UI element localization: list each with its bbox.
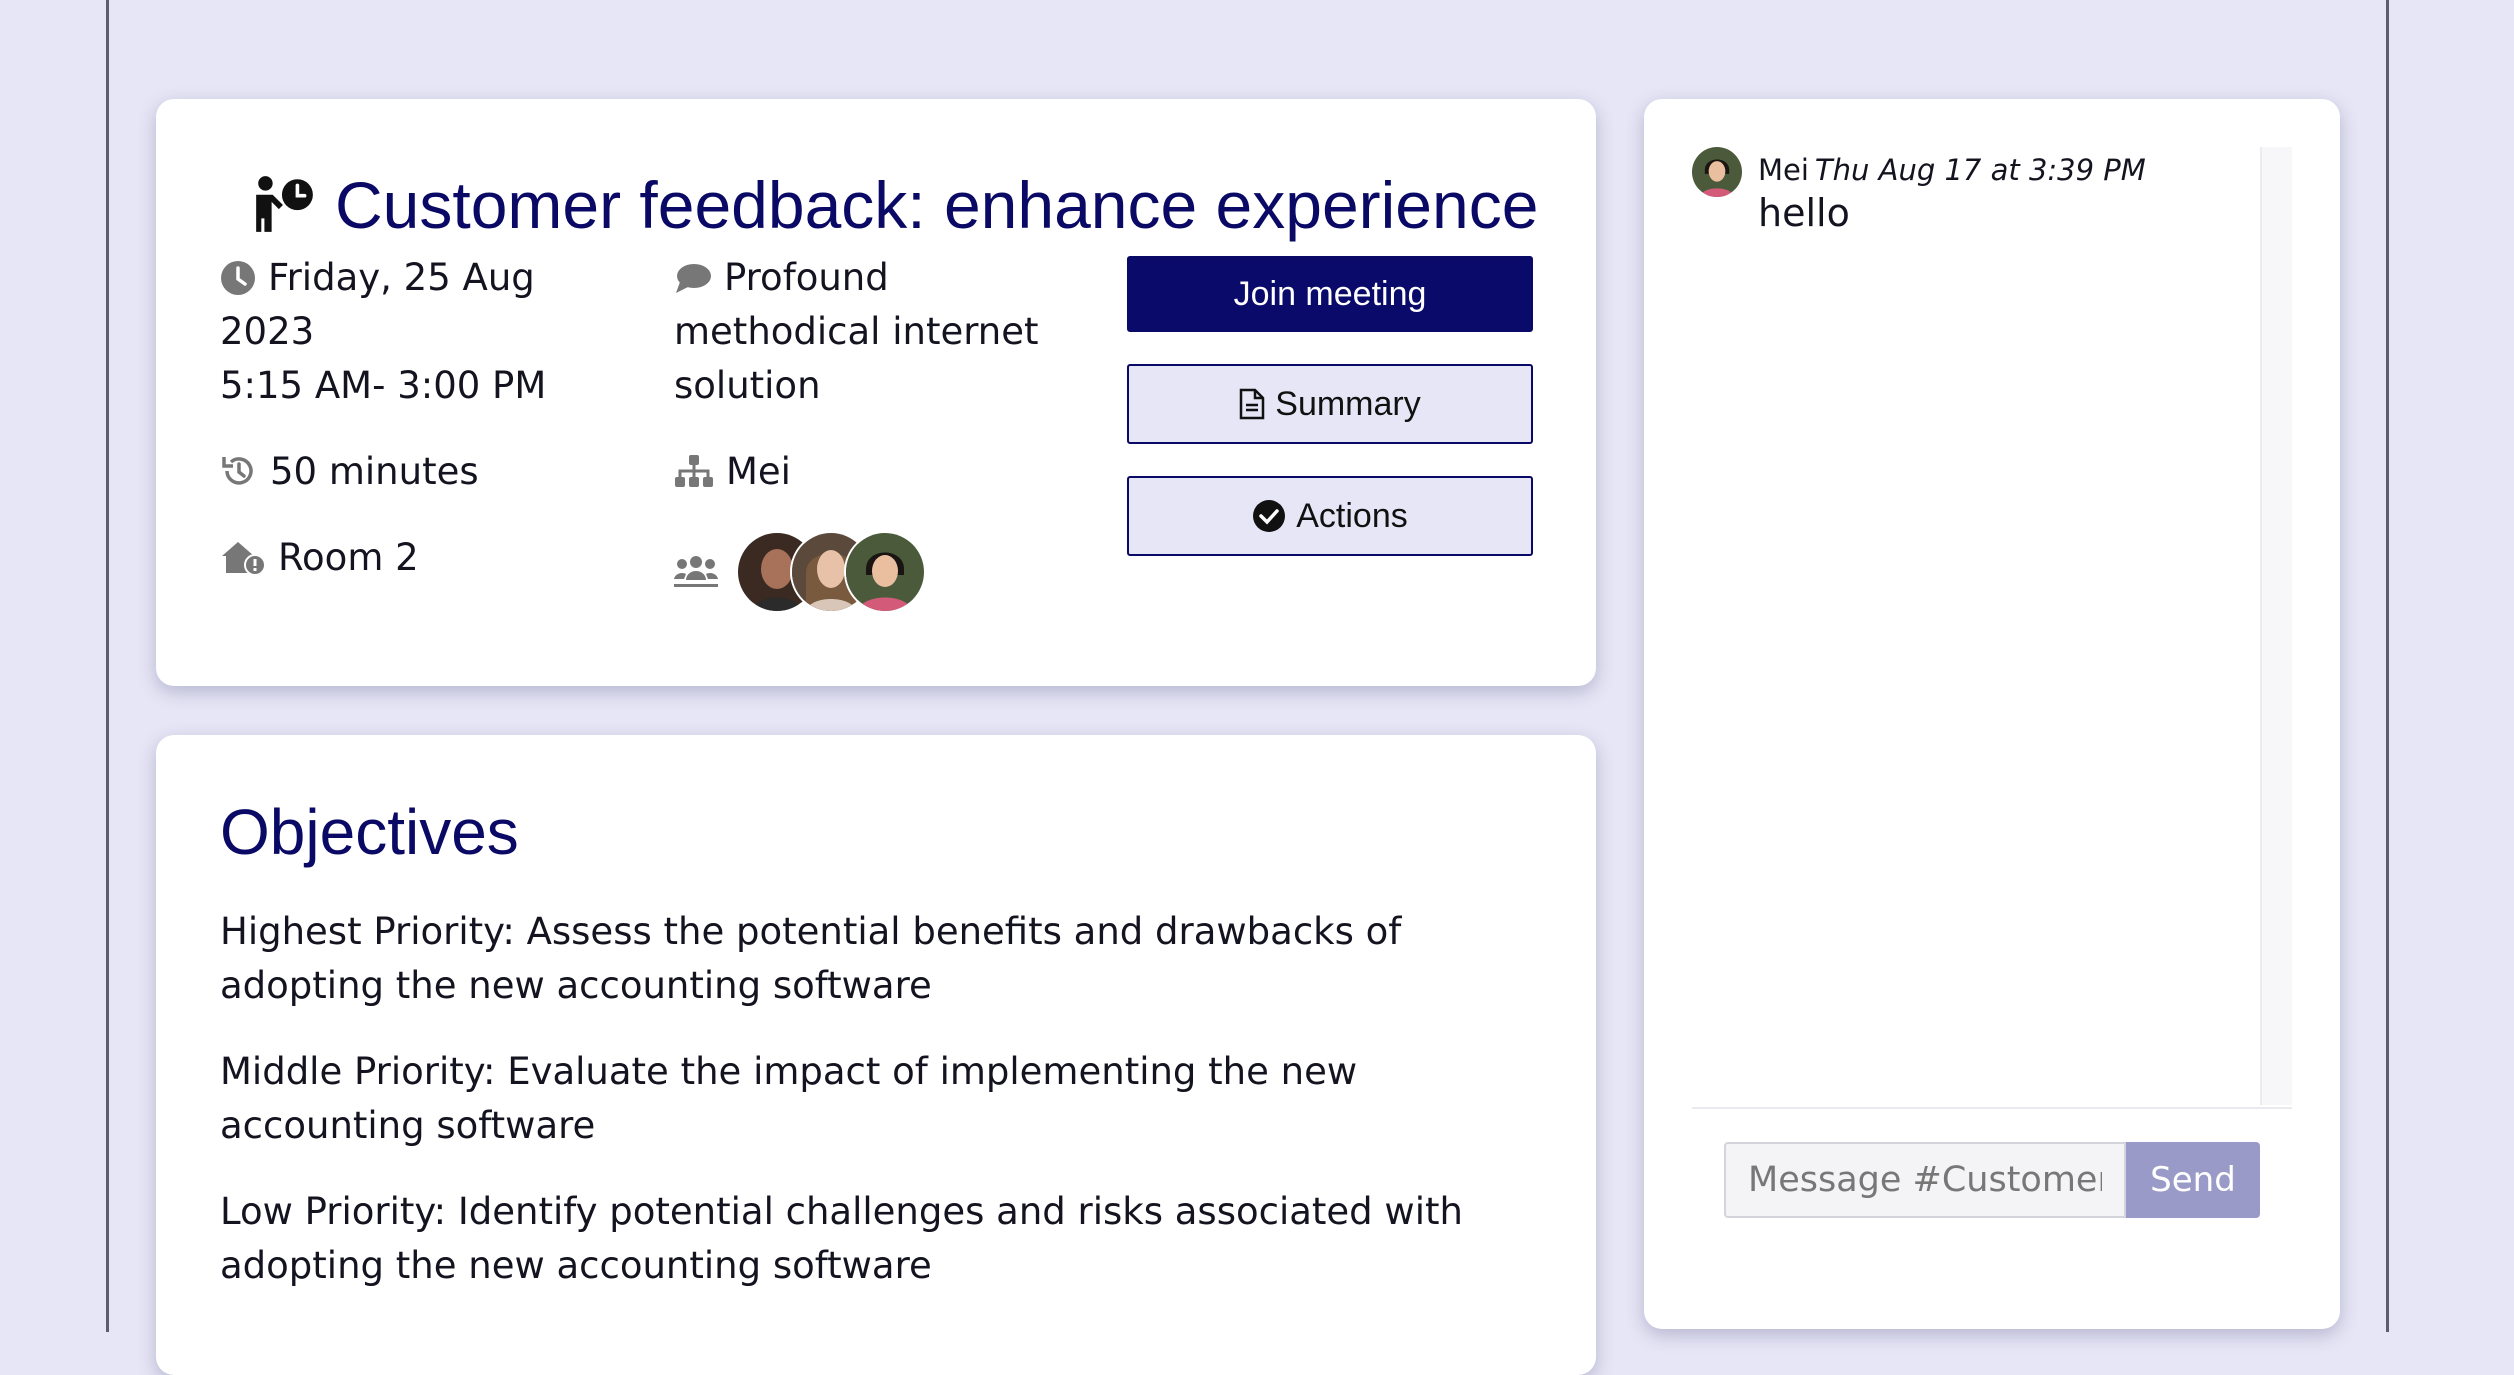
objective-item: Highest Priority: Assess the potential b… <box>220 910 1402 1007</box>
chat-message-header: Mei Thu Aug 17 at 3:39 PM <box>1758 153 2146 187</box>
house-alert-icon <box>222 542 266 576</box>
meeting-topic: Profound methodical internet solution <box>674 256 1039 407</box>
document-icon <box>1240 388 1265 420</box>
meeting-room: Room 2 <box>278 536 419 579</box>
meeting-attendees-row <box>674 531 1074 613</box>
chat-message-author: Mei <box>1758 153 1809 187</box>
meeting-title: Customer feedback: enhance experience <box>335 168 1539 242</box>
summary-label: Summary <box>1275 384 1421 423</box>
chat-scrollbar[interactable] <box>2260 147 2292 1105</box>
meeting-topic-row: Profound methodical internet solution <box>674 251 1074 413</box>
avatar <box>1692 147 1742 197</box>
join-meeting-button[interactable]: Join meeting <box>1127 256 1533 332</box>
join-meeting-label: Join meeting <box>1233 274 1427 313</box>
meeting-datetime: Friday, 25 Aug 2023 5:15 AM- 3:00 PM <box>220 251 640 413</box>
meeting-title-row: Customer feedback: enhance experience <box>251 165 1551 245</box>
attendee-avatars <box>730 531 926 613</box>
objectives-heading: Objectives <box>220 796 519 868</box>
page-frame-right <box>2386 0 2389 1332</box>
history-icon <box>222 457 253 485</box>
meeting-card: Customer feedback: enhance experience Fr… <box>156 99 1596 686</box>
chat-messages[interactable]: Mei Thu Aug 17 at 3:39 PM hello <box>1692 147 2292 1109</box>
meeting-room-row: Room 2 <box>220 531 640 585</box>
clock-icon <box>221 261 255 295</box>
meeting-info-column: Profound methodical internet solution Me… <box>674 251 1074 613</box>
actions-label: Actions <box>1296 496 1408 535</box>
objective-item: Low Priority: Identify potential challen… <box>220 1190 1463 1287</box>
meeting-date: Friday, 25 Aug 2023 <box>220 256 535 353</box>
meeting-duration: 50 minutes <box>270 450 479 493</box>
summary-button[interactable]: Summary <box>1127 364 1533 444</box>
message-input[interactable] <box>1724 1142 2126 1218</box>
org-chart-icon <box>675 455 713 487</box>
check-circle-icon <box>1253 500 1286 532</box>
meeting-duration-row: 50 minutes <box>220 445 640 499</box>
chat-message: Mei Thu Aug 17 at 3:39 PM hello <box>1692 147 2146 235</box>
meeting-details-column: Friday, 25 Aug 2023 5:15 AM- 3:00 PM 50 … <box>220 251 640 617</box>
avatar[interactable] <box>844 531 926 613</box>
meeting-organizer: Mei <box>726 450 791 493</box>
chat-message-text: hello <box>1758 191 1850 235</box>
objectives-card: Objectives Highest Priority: Assess the … <box>156 735 1596 1375</box>
page-frame-left <box>106 0 109 1332</box>
meeting-time-range: 5:15 AM- 3:00 PM <box>220 364 547 407</box>
objective-item: Middle Priority: Evaluate the impact of … <box>220 1050 1358 1147</box>
comment-icon <box>676 264 711 293</box>
actions-button[interactable]: Actions <box>1127 476 1533 556</box>
presenter-clock-icon <box>256 176 313 232</box>
chat-message-time: Thu Aug 17 at 3:39 PM <box>1814 153 2146 187</box>
send-button[interactable]: Send <box>2126 1142 2260 1218</box>
people-group-icon <box>674 555 718 587</box>
chat-panel: MeiThu Aug 17 at 3:39 PM hello Send <box>1644 99 2340 1329</box>
objectives-list: Highest Priority: Assess the potential b… <box>220 905 1550 1325</box>
meeting-organizer-row: Mei <box>674 445 1074 499</box>
